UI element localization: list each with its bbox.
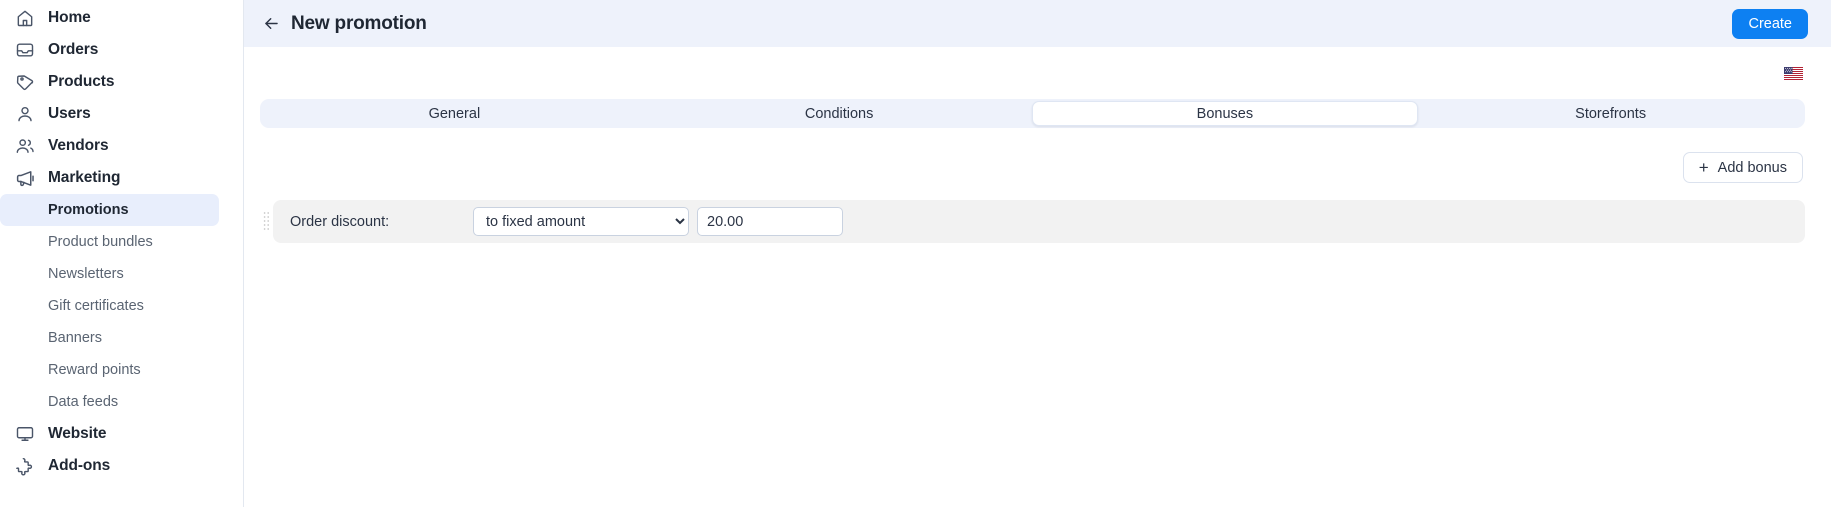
puzzle-icon — [14, 455, 36, 477]
page-title: New promotion — [291, 12, 427, 34]
language-row — [260, 47, 1805, 99]
sidebar-subitem-label: Product bundles — [48, 234, 153, 250]
sidebar-item-newsletters[interactable]: Newsletters — [0, 258, 243, 290]
sidebar-item-label: Home — [48, 9, 91, 26]
add-bonus-button[interactable]: + Add bonus — [1682, 152, 1803, 183]
tab-storefronts[interactable]: Storefronts — [1418, 101, 1803, 126]
bonus-list: Order discount: to fixed amount — [260, 183, 1805, 243]
sidebar-item-label: Marketing — [48, 169, 121, 186]
sidebar-item-label: Website — [48, 425, 107, 442]
sidebar-item-products[interactable]: Products — [0, 66, 243, 98]
orders-inbox-icon — [14, 39, 36, 61]
user-icon — [14, 103, 36, 125]
sidebar-item-label: Users — [48, 105, 91, 122]
sidebar-item-home[interactable]: Home — [0, 2, 243, 34]
sidebar-subitem-label: Newsletters — [48, 266, 124, 282]
sidebar-subitem-label: Gift certificates — [48, 298, 144, 314]
sidebar-item-label: Vendors — [48, 137, 109, 154]
plus-icon: + — [1698, 158, 1709, 177]
sidebar-item-gift-certificates[interactable]: Gift certificates — [0, 290, 243, 322]
sidebar-subitem-label: Banners — [48, 330, 103, 346]
tab-bar: General Conditions Bonuses Storefronts — [260, 99, 1805, 128]
users-group-icon — [14, 135, 36, 157]
create-button[interactable]: Create — [1732, 8, 1808, 39]
tag-icon — [14, 71, 36, 93]
bonus-row-body: Order discount: to fixed amount — [273, 200, 1805, 243]
bonus-type-select[interactable]: to fixed amount — [473, 207, 689, 236]
tab-conditions[interactable]: Conditions — [647, 101, 1032, 126]
sidebar-subitem-label: Reward points — [48, 362, 141, 378]
sidebar-item-orders[interactable]: Orders — [0, 34, 243, 66]
main-area: New promotion Create General Conditions … — [244, 0, 1831, 507]
sidebar-item-label: Products — [48, 73, 115, 90]
bonus-label: Order discount: — [290, 213, 390, 230]
bonus-amount-input[interactable] — [697, 207, 843, 236]
sidebar-item-add-ons[interactable]: Add-ons — [0, 450, 243, 482]
sidebar-item-label: Orders — [48, 41, 99, 58]
home-icon — [14, 7, 36, 29]
page-header: New promotion Create — [244, 0, 1831, 47]
sidebar-item-banners[interactable]: Banners — [0, 322, 243, 354]
us-flag-icon[interactable] — [1784, 66, 1803, 80]
sidebar-item-vendors[interactable]: Vendors — [0, 130, 243, 162]
drag-handle-icon[interactable] — [260, 200, 273, 243]
monitor-icon — [14, 423, 36, 445]
add-bonus-label: Add bonus — [1717, 159, 1787, 176]
bonus-row: Order discount: to fixed amount — [260, 200, 1805, 243]
content-panel: General Conditions Bonuses Storefronts +… — [244, 47, 1831, 507]
sidebar-item-website[interactable]: Website — [0, 418, 243, 450]
sidebar-item-product-bundles[interactable]: Product bundles — [0, 226, 243, 258]
megaphone-icon — [14, 167, 36, 189]
sidebar-subitem-label: Data feeds — [48, 394, 119, 410]
sidebar-subitem-label: Promotions — [48, 202, 129, 218]
tab-bonuses[interactable]: Bonuses — [1031, 101, 1419, 126]
tab-general[interactable]: General — [262, 101, 647, 126]
add-bonus-row: + Add bonus — [260, 128, 1805, 183]
sidebar-item-reward-points[interactable]: Reward points — [0, 354, 243, 386]
back-arrow-icon[interactable] — [258, 11, 284, 37]
sidebar-item-marketing[interactable]: Marketing — [0, 162, 243, 194]
sidebar-item-users[interactable]: Users — [0, 98, 243, 130]
admin-page: Home Orders Products Users Vendors Marke… — [0, 0, 1831, 507]
sidebar-item-promotions[interactable]: Promotions — [0, 194, 219, 226]
sidebar-item-data-feeds[interactable]: Data feeds — [0, 386, 243, 418]
sidebar: Home Orders Products Users Vendors Marke… — [0, 0, 244, 507]
sidebar-item-label: Add-ons — [48, 457, 111, 474]
